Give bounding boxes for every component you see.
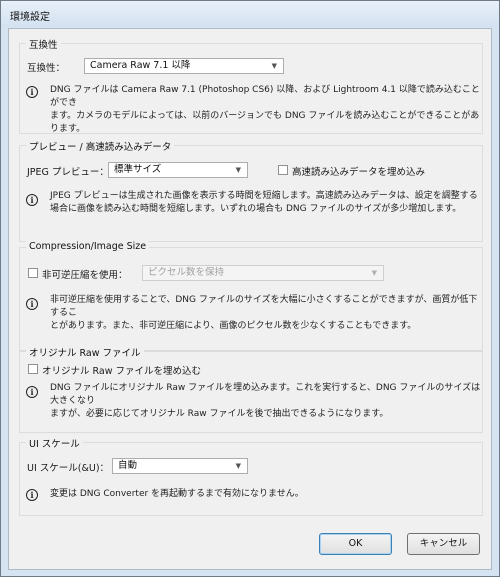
compat-value: Camera Raw 7.1 以降 xyxy=(90,60,191,71)
chevron-down-icon: ▼ xyxy=(235,166,241,174)
compat-group: 互換性 互換性： Camera Raw 7.1 以降 ▼ i DNG ファイルは… xyxy=(19,37,483,136)
pixel-count-dropdown[interactable]: ピクセル数を保持 ▼ xyxy=(142,265,384,281)
original-desc-line-1: DNG ファイルにオリジナル Raw ファイルを埋め込みます。これを実行すると、… xyxy=(50,383,481,406)
ui-scale-label: UI スケール(&U)： xyxy=(27,463,110,474)
preview-desc-line-1: JPEG プレビューは生成された画像を表示する時間を短縮します。高速読み込みデー… xyxy=(50,191,478,201)
jpeg-preview-value: 標準サイズ xyxy=(114,164,162,175)
compat-description: DNG ファイルは Camera Raw 7.1 (Photoshop CS6)… xyxy=(50,84,482,136)
compression-desc-line-1: 非可逆圧縮を使用することで、DNG ファイルのサイズを大幅に小さくすることができ… xyxy=(50,295,478,318)
jpeg-preview-label: JPEG プレビュー： xyxy=(27,167,109,178)
original-desc-line-2: ますが、必要に応じてオリジナル Raw ファイルを後で抽出できるようになります。 xyxy=(50,409,389,419)
info-icon: i xyxy=(26,86,38,98)
compression-group: Compression/Image Size 非可逆圧縮を使用： ピクセル数を保… xyxy=(19,241,483,351)
chevron-down-icon: ▼ xyxy=(235,462,241,470)
dialog-body: 互換性 互換性： Camera Raw 7.1 以降 ▼ i DNG ファイルは… xyxy=(8,28,492,570)
ok-button[interactable]: OK xyxy=(319,533,392,555)
info-icon: i xyxy=(26,194,38,206)
preview-legend: プレビュー / 高速読み込みデータ xyxy=(26,139,175,153)
info-icon: i xyxy=(26,298,38,310)
ui-scale-group: UI スケール UI スケール(&U)： 自動 ▼ i 変更は DNG Conv… xyxy=(19,436,483,516)
ui-scale-legend: UI スケール xyxy=(26,436,83,450)
compression-description: 非可逆圧縮を使用することで、DNG ファイルのサイズを大幅に小さくすることができ… xyxy=(50,294,482,333)
compression-legend: Compression/Image Size xyxy=(26,241,150,252)
ui-scale-description: 変更は DNG Converter を再起動するまで有効になりません。 xyxy=(50,489,304,499)
chevron-down-icon: ▼ xyxy=(371,269,377,277)
embed-original-label[interactable]: オリジナル Raw ファイルを埋め込む xyxy=(42,363,201,377)
chevron-down-icon: ▼ xyxy=(271,62,277,70)
original-raw-description: DNG ファイルにオリジナル Raw ファイルを埋め込みます。これを実行すると、… xyxy=(50,382,482,421)
compat-desc-line-2: ます。カメラのモデルによっては、以前のバージョンでも DNG ファイルを読み込む… xyxy=(50,111,480,134)
cancel-button[interactable]: キャンセル xyxy=(407,533,480,555)
jpeg-preview-dropdown[interactable]: 標準サイズ ▼ xyxy=(108,162,248,178)
info-icon: i xyxy=(26,489,38,501)
window-title: 環境設定 xyxy=(10,12,50,23)
fastload-checkbox[interactable] xyxy=(278,165,288,175)
compression-desc-line-2: とがあります。また、非可逆圧縮により、画像のピクセル数を少なくすることもできます… xyxy=(50,321,417,331)
title-bar[interactable]: 環境設定 xyxy=(1,1,499,27)
preview-desc-line-2: 場合に画像を読み込む時間を短縮します。いずれの場合も DNG ファイルのサイズが… xyxy=(50,204,462,214)
ui-scale-value: 自動 xyxy=(118,460,138,471)
fastload-label[interactable]: 高速読み込みデータを埋め込み xyxy=(292,164,425,178)
original-raw-group: オリジナル Raw ファイル オリジナル Raw ファイルを埋め込む i DNG… xyxy=(19,345,483,433)
pixel-count-value: ピクセル数を保持 xyxy=(148,267,225,278)
preview-group: プレビュー / 高速読み込みデータ JPEG プレビュー： 標準サイズ ▼ 高速… xyxy=(19,139,483,242)
compat-dropdown[interactable]: Camera Raw 7.1 以降 ▼ xyxy=(84,58,284,74)
original-raw-legend: オリジナル Raw ファイル xyxy=(26,345,144,359)
preview-description: JPEG プレビューは生成された画像を表示する時間を短縮します。高速読み込みデー… xyxy=(50,190,478,216)
compat-desc-line-1: DNG ファイルは Camera Raw 7.1 (Photoshop CS6)… xyxy=(50,85,480,108)
compat-label: 互換性： xyxy=(27,63,66,74)
info-icon: i xyxy=(26,386,38,398)
lossy-compression-checkbox[interactable] xyxy=(28,268,38,278)
ui-scale-dropdown[interactable]: 自動 ▼ xyxy=(112,458,248,474)
preferences-dialog: 環境設定 互換性 互換性： Camera Raw 7.1 以降 ▼ i DNG … xyxy=(0,0,500,577)
compat-legend: 互換性 xyxy=(26,37,61,51)
lossy-compression-label[interactable]: 非可逆圧縮を使用： xyxy=(42,267,128,281)
embed-original-checkbox[interactable] xyxy=(28,364,38,374)
